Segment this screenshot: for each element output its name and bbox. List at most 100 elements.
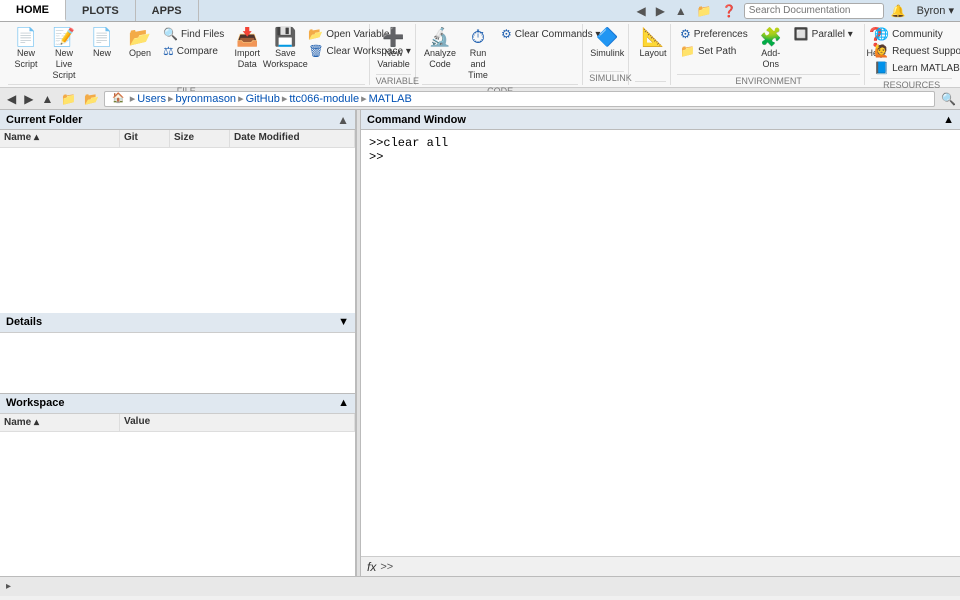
- new-live-script-icon: 📝: [53, 28, 75, 46]
- folder-icon: 📂: [81, 91, 102, 107]
- community-button[interactable]: 🌐 Community: [871, 26, 960, 42]
- nav-back-icon[interactable]: ◀: [633, 3, 648, 19]
- back-btn[interactable]: ◀: [4, 91, 19, 107]
- import-data-button[interactable]: 📥 ImportData: [229, 26, 265, 72]
- find-files-button[interactable]: 🔍 Find Files: [160, 26, 227, 42]
- col-date-header[interactable]: Date Modified: [230, 130, 355, 147]
- request-support-button[interactable]: 🙋 Request Support: [871, 43, 960, 59]
- ribbon-section-layout: 📐 Layout: [631, 24, 671, 85]
- nav-forward-icon[interactable]: ▶: [653, 3, 668, 19]
- path-github[interactable]: GitHub: [246, 93, 280, 105]
- path-users[interactable]: Users: [137, 93, 166, 105]
- set-path-button[interactable]: 📁 Set Path: [677, 43, 751, 59]
- ribbon-body: 📄 NewScript 📝 NewLive Script 📄 New 📂 Ope…: [0, 22, 960, 88]
- cmd-prompt-2: >>: [369, 150, 383, 164]
- left-panel: Current Folder ▲ Name ▴ Git Size Date Mo…: [0, 110, 356, 576]
- compare-button[interactable]: ⚖ Compare: [160, 43, 227, 59]
- ws-name-header[interactable]: Name ▴: [0, 414, 120, 431]
- preferences-button[interactable]: ⚙ Preferences: [677, 26, 751, 42]
- import-data-label: ImportData: [235, 48, 261, 70]
- layout-button[interactable]: 📐 Layout: [635, 26, 671, 61]
- preferences-label: Preferences: [694, 29, 748, 40]
- run-time-label: Run andTime: [464, 48, 492, 80]
- current-folder-collapse-icon[interactable]: ▲: [337, 113, 349, 127]
- workspace-list-header: Name ▴ Value: [0, 414, 355, 432]
- browse-btn[interactable]: 📁: [58, 91, 79, 107]
- simulink-icon: 🔷: [596, 28, 618, 46]
- tab-plots[interactable]: PLOTS: [66, 0, 136, 21]
- cmd-fx-label: fx: [367, 560, 376, 574]
- layout-section-label: [635, 81, 666, 83]
- details-expand-icon[interactable]: ▼: [338, 316, 349, 328]
- nav-path: 🏠 ▸ Users ▸ byronmason ▸ GitHub ▸ ttc066…: [104, 91, 935, 107]
- preferences-icon: ⚙: [680, 27, 691, 41]
- forward-btn[interactable]: ▶: [21, 91, 36, 107]
- file-list[interactable]: Name ▴ Git Size Date Modified: [0, 130, 355, 313]
- compare-icon: ⚖: [163, 44, 174, 58]
- cmd-fx-prompt: >>: [380, 561, 393, 573]
- parallel-button[interactable]: 🔲 Parallel ▾: [791, 26, 856, 42]
- path-byronmason[interactable]: byronmason: [176, 93, 237, 105]
- ribbon-section-resources: 🌐 Community 🙋 Request Support 📘 Learn MA…: [867, 24, 956, 85]
- col-size-header[interactable]: Size: [170, 130, 230, 147]
- open-button[interactable]: 📂 Open: [122, 26, 158, 61]
- learn-matlab-button[interactable]: 📘 Learn MATLAB: [871, 60, 960, 76]
- command-window-body[interactable]: >> clear all >>: [361, 130, 960, 556]
- parallel-label: Parallel ▾: [812, 29, 853, 40]
- analyze-code-icon: 🔬: [429, 28, 451, 46]
- user-label[interactable]: Byron ▾: [917, 4, 954, 17]
- open-variable-icon: 📂: [308, 27, 323, 41]
- new-variable-button[interactable]: ➕ NewVariable: [376, 26, 412, 72]
- environment-section-label: ENVIRONMENT: [677, 74, 860, 86]
- save-workspace-icon: 💾: [274, 28, 296, 46]
- pref-path-group: ⚙ Preferences 📁 Set Path: [677, 26, 751, 59]
- variable-section-items: ➕ NewVariable: [376, 26, 411, 72]
- simulink-label: Simulink: [590, 48, 624, 59]
- ws-value-header[interactable]: Value: [120, 414, 355, 431]
- nav-up-icon[interactable]: ▲: [672, 3, 690, 19]
- browse-icon[interactable]: 📁: [694, 3, 715, 19]
- ribbon-section-environment: ⚙ Preferences 📁 Set Path 🧩 Add-Ons 🔲 Par…: [673, 24, 865, 85]
- analyze-code-button[interactable]: 🔬 AnalyzeCode: [422, 26, 458, 72]
- up-btn[interactable]: ▲: [38, 91, 56, 107]
- layout-icon: 📐: [642, 28, 664, 46]
- add-ons-button[interactable]: 🧩 Add-Ons: [753, 26, 789, 72]
- cmd-line-2: >>: [369, 150, 952, 164]
- add-ons-label: Add-Ons: [757, 48, 785, 70]
- new-script-button[interactable]: 📄 NewScript: [8, 26, 44, 72]
- save-workspace-button[interactable]: 💾 SaveWorkspace: [267, 26, 303, 72]
- find-files-icon: 🔍: [163, 27, 178, 41]
- learn-matlab-icon: 📘: [874, 61, 889, 75]
- command-window-header: Command Window ▲: [361, 110, 960, 130]
- col-name-header[interactable]: Name ▴: [0, 130, 120, 147]
- home-icon: 🏠: [109, 92, 127, 105]
- parallel-icon: 🔲: [794, 27, 809, 41]
- layout-label: Layout: [640, 48, 667, 59]
- command-window-collapse-icon[interactable]: ▲: [943, 114, 954, 126]
- new-icon: 📄: [91, 28, 113, 46]
- run-time-button[interactable]: ⏱ Run andTime: [460, 26, 496, 82]
- simulink-button[interactable]: 🔷 Simulink: [589, 26, 625, 61]
- new-button[interactable]: 📄 New: [84, 26, 120, 61]
- tab-home[interactable]: HOME: [0, 0, 66, 21]
- path-matlab[interactable]: MATLAB: [369, 93, 412, 105]
- search-input[interactable]: [744, 3, 884, 19]
- simulink-section-items: 🔷 Simulink: [589, 26, 624, 69]
- run-time-icon: ⏱: [471, 28, 485, 46]
- title-bar-right: ◀ ▶ ▲ 📁 ❓ 🔔 Byron ▾: [633, 0, 960, 21]
- path-module[interactable]: ttc066-module: [289, 93, 359, 105]
- notification-icon[interactable]: 🔔: [888, 3, 909, 19]
- right-panel: Command Window ▲ >> clear all >> fx >>: [361, 110, 960, 576]
- workspace-expand-icon[interactable]: ▲: [338, 397, 349, 409]
- help-icon[interactable]: ❓: [719, 3, 740, 19]
- path-search-icon[interactable]: 🔍: [941, 92, 956, 106]
- ribbon-section-simulink: 🔷 Simulink SIMULINK: [585, 24, 629, 85]
- tab-apps[interactable]: APPS: [136, 0, 199, 21]
- new-live-script-button[interactable]: 📝 NewLive Script: [46, 26, 82, 82]
- new-script-icon: 📄: [15, 28, 37, 46]
- status-icon: ▸: [6, 581, 11, 592]
- parallel-group: 🔲 Parallel ▾: [791, 26, 856, 42]
- col-git-header[interactable]: Git: [120, 130, 170, 147]
- analyze-code-label: AnalyzeCode: [424, 48, 456, 70]
- request-support-icon: 🙋: [874, 44, 889, 58]
